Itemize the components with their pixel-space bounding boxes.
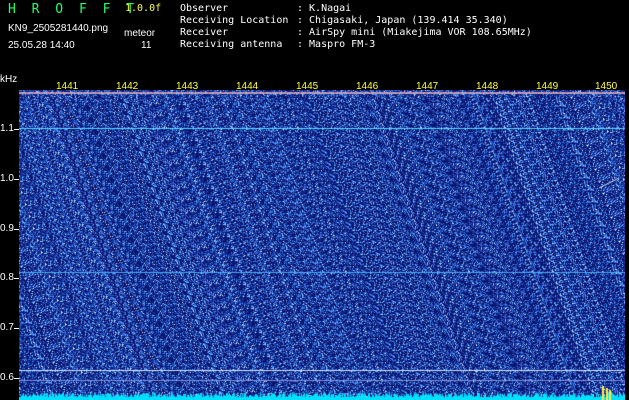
y-axis-unit: kHz [0, 74, 18, 85]
app-title: H R O F F T [8, 2, 139, 17]
spectrogram-waterfall [19, 90, 625, 400]
meteor-count: 11 [141, 40, 152, 51]
version-label: 1.0.0f [125, 3, 162, 14]
info-value-antenna: : Maspro FM-3 [297, 39, 376, 50]
y-tick-label: 0.6 [0, 372, 14, 383]
y-tick-label: 0.9 [0, 223, 14, 234]
info-value-observer: : K.Nagai [297, 3, 352, 14]
datetime: 25.05.28 14:40 [8, 40, 75, 51]
y-tick-label: 1.0 [0, 173, 14, 184]
y-tick-label: 0.8 [0, 272, 14, 283]
file-name: KN9_2505281440.png [8, 23, 109, 34]
info-value-receiver: : AirSpy mini (Miakejima VOR 108.65MHz) [297, 27, 532, 38]
info-key-receiver: Receiver [180, 27, 229, 38]
y-tick-label: 1.1 [0, 123, 14, 134]
meteor-label: meteor [124, 28, 156, 39]
info-key-location: Receiving Location [180, 15, 289, 26]
y-tick-label: 0.7 [0, 322, 14, 333]
info-value-location: : Chigasaki, Japan (139.414 35.340) [297, 15, 508, 26]
hrofft-window: H R O F F T 1.0.0f KN9_2505281440.png me… [0, 0, 629, 400]
info-key-antenna: Receiving antenna [180, 39, 283, 50]
info-key-observer: Observer [180, 3, 229, 14]
